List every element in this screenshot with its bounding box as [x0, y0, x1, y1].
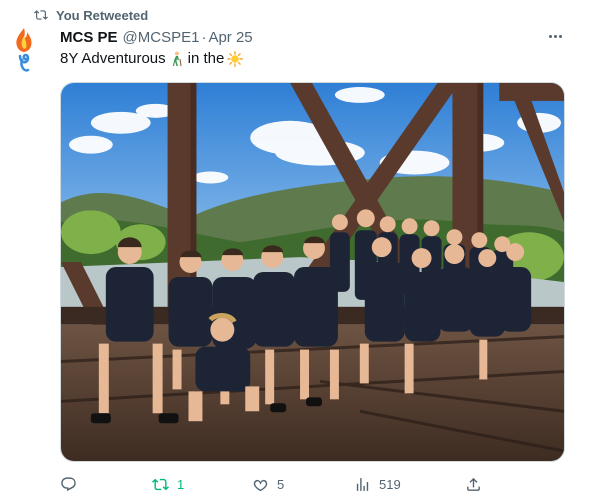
views-button[interactable]: 519 [354, 474, 401, 494]
reply-icon [61, 476, 76, 491]
retweet-button[interactable]: 1 [152, 474, 184, 494]
sun-emoji-icon [227, 50, 244, 67]
tweet-date[interactable]: Apr 25 [208, 29, 252, 46]
tweet-text-part1: 8Y Adventurous [60, 50, 166, 67]
flame-logo-icon [16, 28, 32, 72]
tweet-photo[interactable] [60, 82, 565, 462]
tweet-actions: 1 5 519 [60, 474, 490, 494]
author-name[interactable]: MCS PE [60, 29, 118, 46]
separator-dot: · [201, 28, 207, 46]
author-handle[interactable]: @MCSPE1 [123, 29, 200, 46]
more-dot-icon [553, 34, 557, 38]
tweet-header: MCS PE @MCSPE1 · Apr 25 [60, 28, 253, 46]
avatar[interactable] [12, 26, 36, 74]
more-options-button[interactable] [545, 28, 565, 44]
like-button[interactable]: 5 [252, 474, 284, 494]
heart-icon [253, 479, 268, 491]
tweet-card[interactable]: You Retweeted MCS PE @MCSPE1 · Apr 25 8Y… [0, 0, 600, 502]
share-button[interactable] [465, 474, 490, 494]
retweet-icon [152, 478, 169, 490]
reply-button[interactable] [60, 474, 85, 494]
group-photo-on-bridge [61, 83, 564, 461]
more-dot-icon [548, 34, 552, 38]
views-count: 519 [379, 476, 401, 492]
tweet-text-part2: in the [187, 50, 225, 67]
more-dot-icon [558, 34, 562, 38]
tweet-text: 8Y Adventurous in the [60, 50, 244, 67]
person-walking-with-cane-emoji-icon [172, 51, 182, 66]
like-count: 5 [277, 476, 285, 492]
views-icon [356, 477, 369, 491]
retweet-count: 1 [177, 476, 185, 492]
retweet-banner-text[interactable]: You Retweeted [56, 8, 148, 23]
share-icon [467, 477, 480, 491]
retweet-icon [34, 10, 48, 20]
retweet-banner: You Retweeted [34, 7, 148, 23]
